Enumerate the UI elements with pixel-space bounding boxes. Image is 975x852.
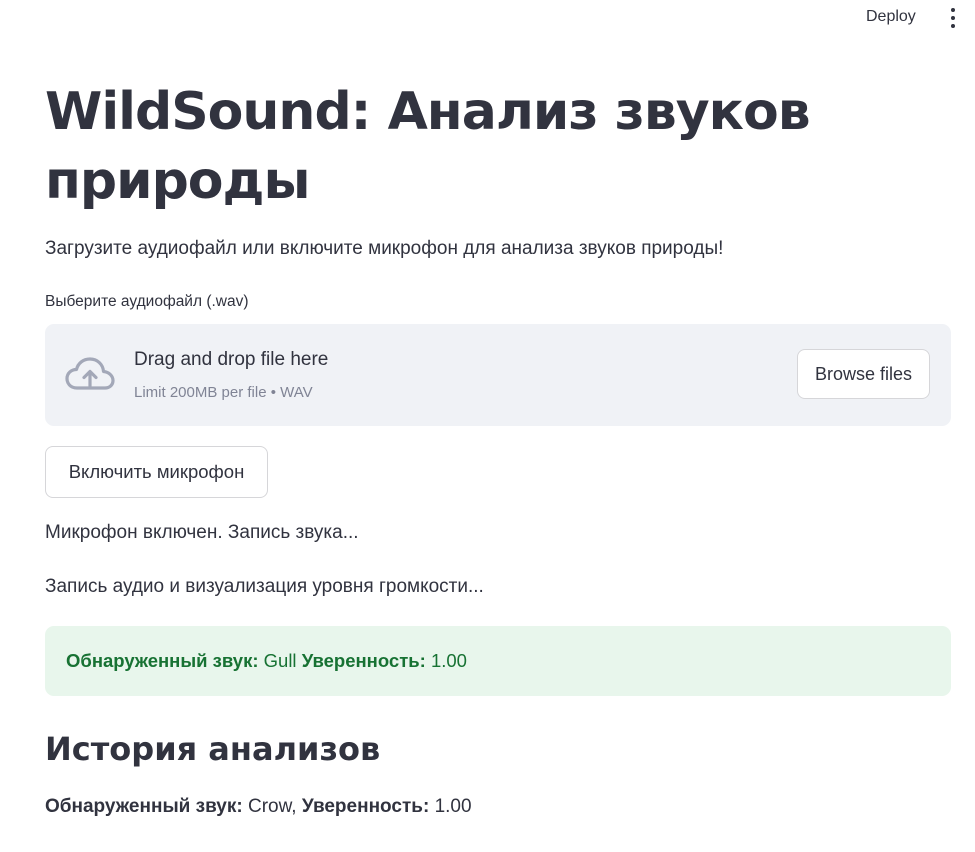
file-uploader-label: Выберите аудиофайл (.wav) bbox=[45, 293, 249, 310]
history-item: Обнаруженный звук: Crow, Уверенность: 1.… bbox=[45, 796, 472, 818]
history-separator: , bbox=[291, 796, 297, 817]
intro-text: Загрузите аудиофайл или включите микрофо… bbox=[45, 238, 724, 259]
history-sound-label: Обнаруженный звук: bbox=[45, 796, 243, 817]
history-sound-value: Crow bbox=[247, 796, 292, 817]
detection-result-line: Обнаруженный звук: Gull Уверенность: 1.0… bbox=[66, 650, 467, 672]
detection-result-alert: Обнаруженный звук: Gull Уверенность: 1.0… bbox=[45, 626, 951, 696]
page-title: WildSound: Анализ звуков природы bbox=[45, 82, 811, 211]
history-heading: История анализов bbox=[45, 730, 381, 768]
detected-sound-value: Gull bbox=[263, 650, 297, 671]
cloud-upload-icon bbox=[65, 357, 115, 390]
browse-files-button[interactable]: Browse files bbox=[797, 349, 930, 399]
confidence-label: Уверенность: bbox=[301, 650, 426, 671]
dropzone-instruction: Drag and drop file here bbox=[134, 349, 329, 370]
kebab-menu-icon[interactable] bbox=[946, 8, 960, 28]
history-confidence-value: 1.00 bbox=[434, 796, 472, 817]
dropzone-limit: Limit 200MB per file • WAV bbox=[134, 384, 313, 401]
confidence-value: 1.00 bbox=[430, 650, 467, 671]
recording-status-text: Запись аудио и визуализация уровня громк… bbox=[45, 576, 484, 597]
history-confidence-label: Уверенность: bbox=[301, 796, 430, 817]
top-toolbar: Deploy bbox=[0, 0, 975, 36]
file-dropzone[interactable]: Drag and drop file here Limit 200MB per … bbox=[45, 324, 951, 426]
enable-microphone-button[interactable]: Включить микрофон bbox=[45, 446, 268, 498]
mic-status-text: Микрофон включен. Запись звука... bbox=[45, 522, 359, 543]
detected-sound-label: Обнаруженный звук: bbox=[66, 650, 259, 671]
deploy-button[interactable]: Deploy bbox=[866, 8, 916, 26]
